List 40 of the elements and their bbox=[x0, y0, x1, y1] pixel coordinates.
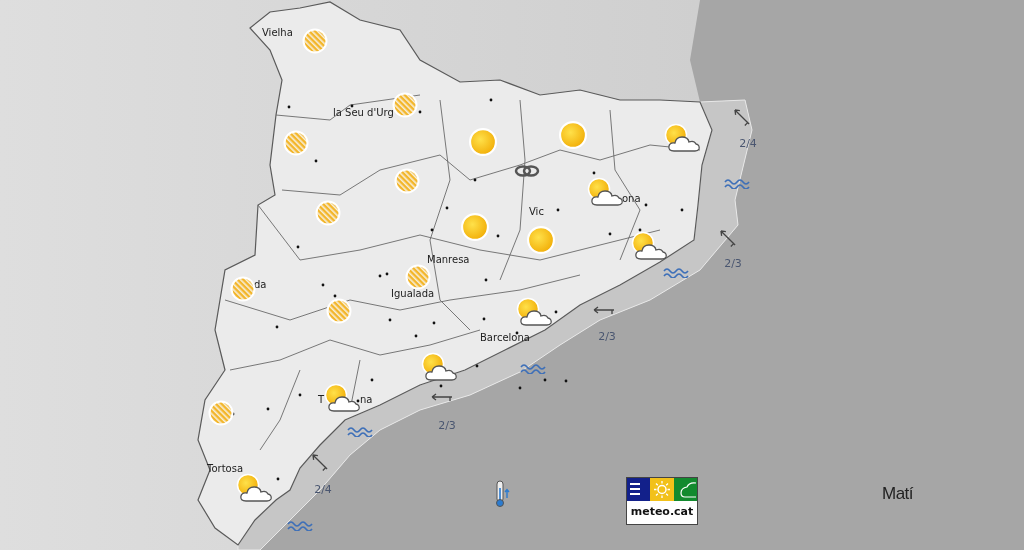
thermometer-icon bbox=[494, 480, 510, 508]
waves-icon bbox=[724, 177, 750, 189]
sun-cloud-icon bbox=[324, 383, 362, 413]
waves-icon bbox=[347, 425, 373, 437]
hazy-sun-icon bbox=[405, 264, 431, 290]
sun-cloud-icon bbox=[664, 123, 702, 153]
sun-cloud-icon bbox=[516, 297, 554, 327]
hazy-sun-icon bbox=[315, 200, 341, 226]
city-label: Manresa bbox=[427, 254, 470, 266]
city-label: la Seu d'Urg bbox=[333, 107, 394, 119]
city-label: Vielha bbox=[262, 27, 293, 39]
sun-cloud-icon bbox=[236, 473, 274, 503]
hazy-sun-icon bbox=[392, 92, 418, 118]
hazy-sun-icon bbox=[208, 400, 234, 426]
wave-height-label: 2/4 bbox=[314, 482, 332, 496]
city-label: Igualada bbox=[391, 288, 435, 300]
wave-height-label: 2/4 bbox=[739, 136, 757, 150]
wave-height-label: 2/3 bbox=[724, 256, 742, 270]
city-label: Barcelona bbox=[480, 332, 530, 344]
hazy-sun-icon bbox=[394, 168, 420, 194]
city-label: da bbox=[254, 279, 267, 291]
logo-text: meteo.cat bbox=[629, 504, 695, 520]
period-label: Matí bbox=[882, 484, 914, 504]
hazy-sun-icon bbox=[283, 130, 309, 156]
city-label: T bbox=[318, 394, 325, 406]
city-label: ona bbox=[622, 193, 641, 205]
hazy-sun-icon bbox=[302, 28, 328, 54]
sun-cloud-icon bbox=[631, 231, 669, 261]
city-label: Vic bbox=[529, 206, 544, 218]
waves-icon bbox=[663, 266, 689, 278]
wave-height-label: 2/3 bbox=[438, 418, 456, 432]
waves-icon bbox=[287, 519, 313, 531]
fog-icon bbox=[514, 164, 540, 178]
hazy-sun-icon bbox=[326, 298, 352, 324]
wave-height-label: 2/3 bbox=[598, 329, 616, 343]
city-label: Tortosa bbox=[207, 463, 243, 475]
sun-cloud-icon bbox=[421, 352, 459, 382]
hazy-sun-icon bbox=[230, 276, 256, 302]
city-label: na bbox=[360, 394, 373, 406]
waves-icon bbox=[520, 362, 546, 374]
